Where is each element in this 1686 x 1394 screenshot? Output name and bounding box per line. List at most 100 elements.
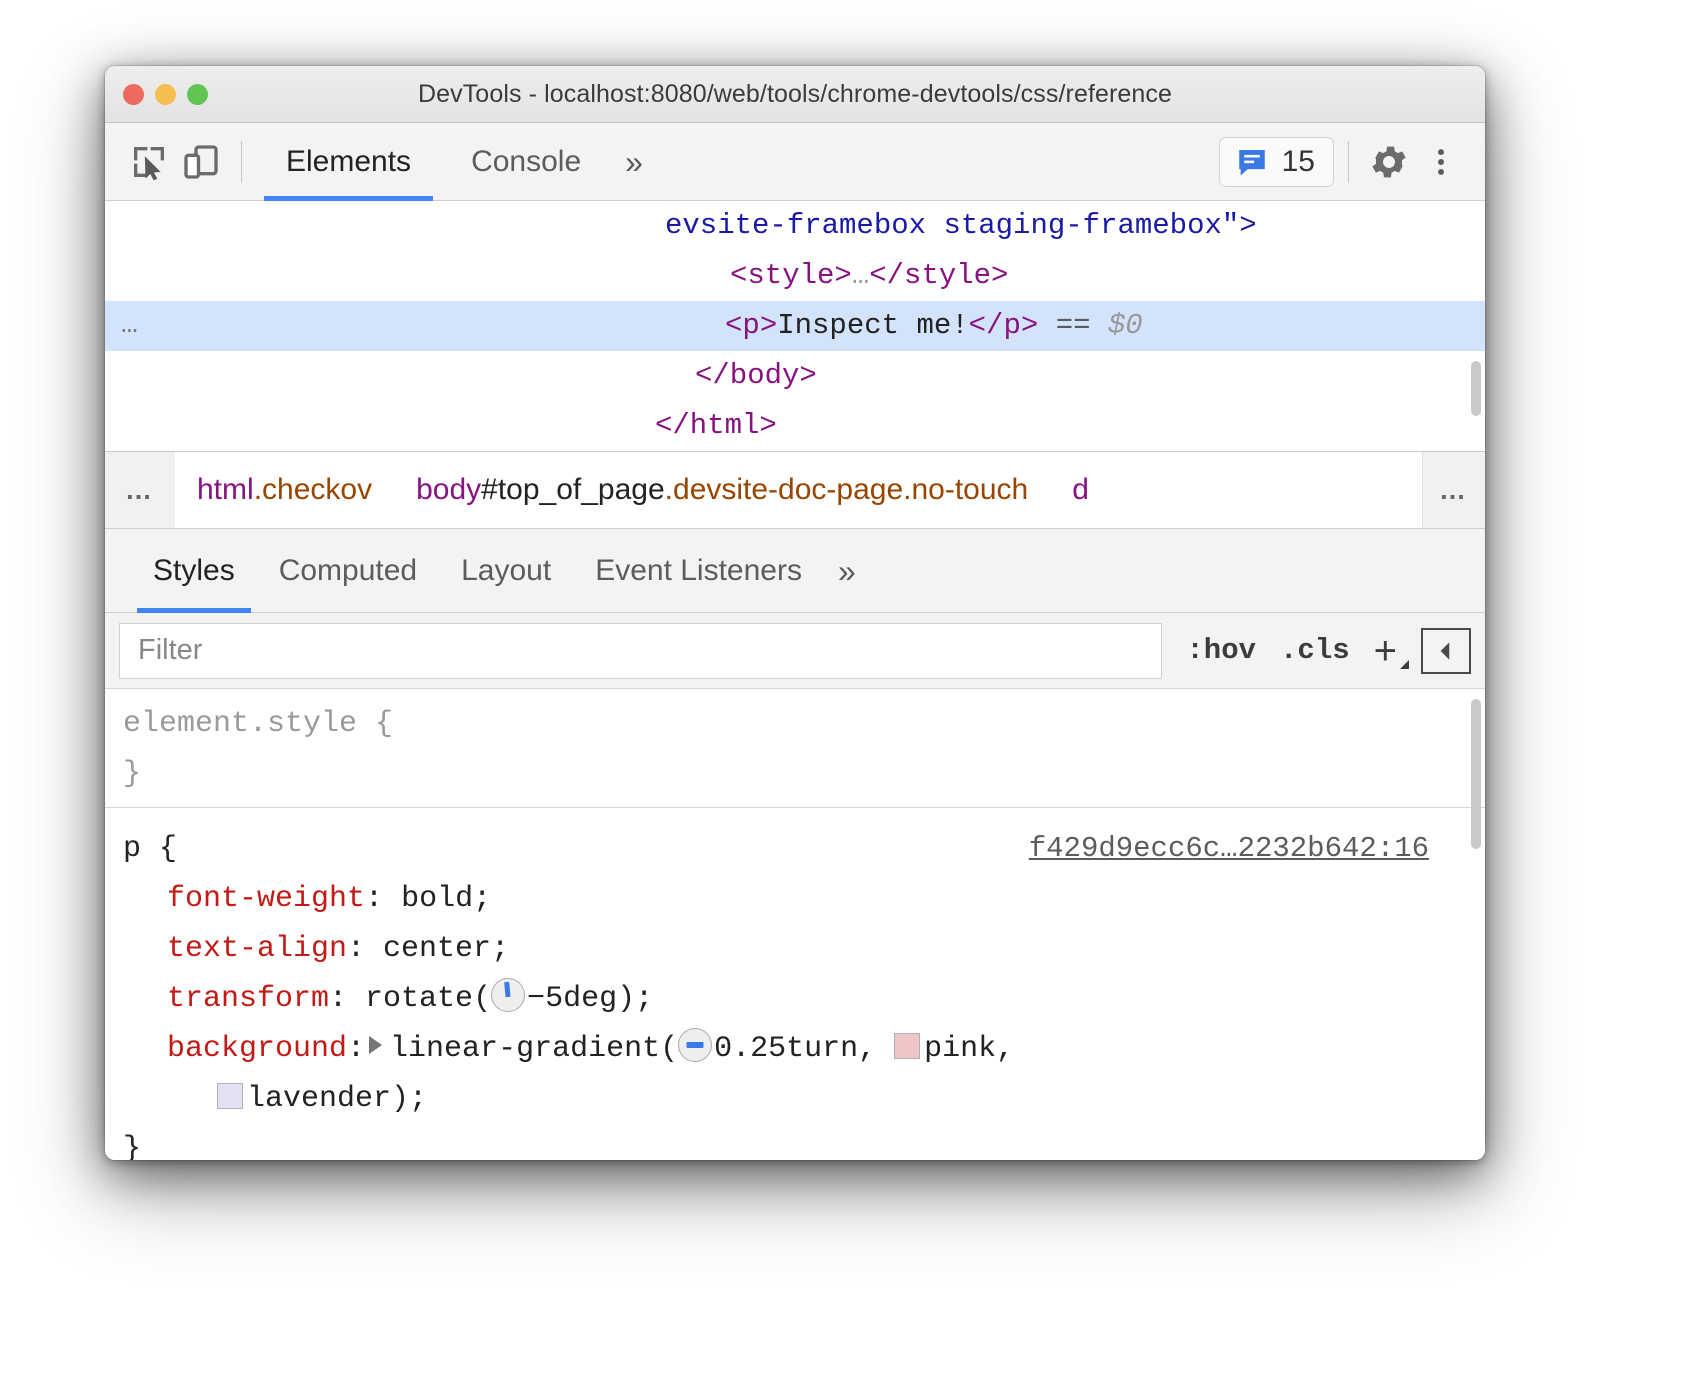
css-value-function-prefix: linear-gradient( [390,1032,678,1066]
new-style-rule-button[interactable]: + [1362,631,1413,671]
dom-style-open-tag: <style> [730,259,852,292]
tab-event-listeners[interactable]: Event Listeners [573,529,824,613]
tab-computed[interactable]: Computed [257,529,439,613]
css-selector-text: p { [123,832,177,866]
styles-filter-input[interactable]: Filter [119,623,1162,679]
dom-row[interactable]: </body> [105,351,1485,401]
css-declaration-transform[interactable]: transform: rotate( −5deg); [105,974,1485,1024]
color-swatch-lavender[interactable] [217,1083,243,1109]
device-toolbar-icon[interactable] [175,136,227,188]
breadcrumb-item-html[interactable]: html.checkov [175,452,394,528]
styles-filter-placeholder: Filter [138,634,202,667]
css-colon: : [347,1032,365,1066]
breadcrumb-overflow-right[interactable]: … [1422,452,1485,528]
maximize-window-button[interactable] [187,84,208,105]
dom-style-close-tag: </style> [869,259,1008,292]
dom-close-body: </body> [695,359,817,392]
tab-elements-label: Elements [286,145,411,179]
tab-styles-label: Styles [153,554,235,588]
dom-row-ellipsis-badge[interactable]: … [121,301,140,351]
screenshot-root: DevTools - localhost:8080/web/tools/chro… [0,0,1686,1394]
minimize-window-button[interactable] [155,84,176,105]
css-rule-element-style[interactable]: element.style { } [105,689,1485,807]
toggle-sidebar-icon[interactable] [1421,628,1471,674]
styles-filter-bar: Filter :hov .cls + [105,613,1485,689]
css-rule-selector[interactable]: element.style { [105,699,1485,749]
css-declaration-text-align[interactable]: text-align: center; [105,924,1485,974]
more-sidebar-tabs-icon[interactable]: » [824,555,870,587]
window-titlebar: DevTools - localhost:8080/web/tools/chro… [105,66,1485,123]
css-value-color-name-1: pink, [924,1032,1014,1066]
css-close-brace-text: } [123,1132,141,1160]
dom-row[interactable]: evsite-framebox staging-framebox"> [105,201,1485,251]
window-controls [123,66,208,122]
css-property-name: text-align [167,932,347,966]
close-window-button[interactable] [123,84,144,105]
dom-p-close-bracket-close: > [1021,309,1038,342]
new-style-rule-caret-icon [1400,660,1409,669]
dom-p-close-bracket: </ [969,309,1004,342]
css-value-function-prefix: rotate( [365,982,491,1016]
css-rule-p[interactable]: p { f429d9ecc6c…2232b642:16 font-weight:… [105,807,1485,1160]
css-rule-close-brace: } [105,749,1485,799]
styles-sidebar-tabs: Styles Computed Layout Event Listeners » [105,529,1485,613]
css-declaration-background[interactable]: background:linear-gradient(0.25turn, pin… [105,1024,1485,1074]
breadcrumb-tag: html [197,473,254,507]
breadcrumb-item-body[interactable]: body#top_of_page.devsite-doc-page.no-tou… [394,452,1050,528]
devtools-toolbar: Elements Console » 15 [105,123,1485,201]
dom-style-ellipsis: … [852,259,869,292]
console-message-icon [1235,145,1269,179]
tab-console-label: Console [471,145,581,179]
css-declaration-background-wrap[interactable]: lavender); [105,1074,1485,1124]
inspect-element-icon[interactable] [123,136,175,188]
css-rule-selector-row[interactable]: p { f429d9ecc6c…2232b642:16 [105,824,1485,874]
angle-clock-icon[interactable] [491,978,525,1012]
tab-console[interactable]: Console [441,123,611,201]
css-property-value: bold; [401,882,491,916]
toggle-element-classes-button[interactable]: .cls [1268,634,1362,667]
styles-pane-scrollbar[interactable] [1471,699,1481,849]
angle-clock-icon[interactable] [678,1028,712,1062]
toolbar-right-group: 15 [1219,136,1467,188]
tab-layout[interactable]: Layout [439,529,573,613]
tab-layout-label: Layout [461,554,551,588]
dom-tree[interactable]: evsite-framebox staging-framebox"> <styl… [105,201,1485,452]
dom-p-open-bracket-close: > [760,309,777,342]
css-selector-text: element.style { [123,707,393,741]
dom-row-selected[interactable]: …<p>Inspect me!</p> == $0 [105,301,1485,351]
css-declaration-font-weight[interactable]: font-weight: bold; [105,874,1485,924]
breadcrumb-overflow-left[interactable]: … [105,452,175,528]
color-swatch-pink[interactable] [894,1033,920,1059]
css-close-brace-text: } [123,757,141,791]
toggle-pseudo-classes-button[interactable]: :hov [1174,634,1268,667]
expand-shorthand-icon[interactable] [369,1036,382,1054]
window-title: DevTools - localhost:8080/web/tools/chro… [105,80,1485,109]
dom-row[interactable]: </html> [105,401,1485,451]
dom-p-text: Inspect me! [777,309,968,342]
more-panels-icon[interactable]: » [611,146,657,178]
css-colon: : [365,882,401,916]
console-message-count-button[interactable]: 15 [1219,137,1334,187]
new-style-rule-label: + [1374,631,1397,671]
breadcrumb-classes: .devsite-doc-page.no-touch [665,473,1029,507]
kebab-menu-icon[interactable] [1415,136,1467,188]
dom-console-ref: $0 [1108,309,1143,342]
css-colon: : [329,982,365,1016]
css-rule-source-link[interactable]: f429d9ecc6c…2232b642:16 [1029,824,1429,874]
tab-styles[interactable]: Styles [131,529,257,613]
css-value-angle: −5deg); [527,982,653,1016]
css-rule-close-brace: } [105,1124,1485,1160]
dom-row[interactable]: <style>…</style> [105,251,1485,301]
css-property-name: transform [167,982,329,1016]
breadcrumb-item-div[interactable]: d [1050,452,1111,528]
styles-rules-pane[interactable]: element.style { } p { f429d9ecc6c…2232b6… [105,689,1485,1160]
dom-p-open-tagname: p [742,309,759,342]
tab-elements[interactable]: Elements [256,123,441,201]
dom-tree-scrollbar[interactable] [1471,361,1481,416]
toolbar-divider-right [1348,141,1349,183]
gear-icon[interactable] [1363,136,1415,188]
dom-p-open-bracket: < [725,309,742,342]
panel-tabs: Elements Console » [256,123,657,201]
devtools-window: DevTools - localhost:8080/web/tools/chro… [105,66,1485,1160]
breadcrumb-tag: body [416,473,481,507]
